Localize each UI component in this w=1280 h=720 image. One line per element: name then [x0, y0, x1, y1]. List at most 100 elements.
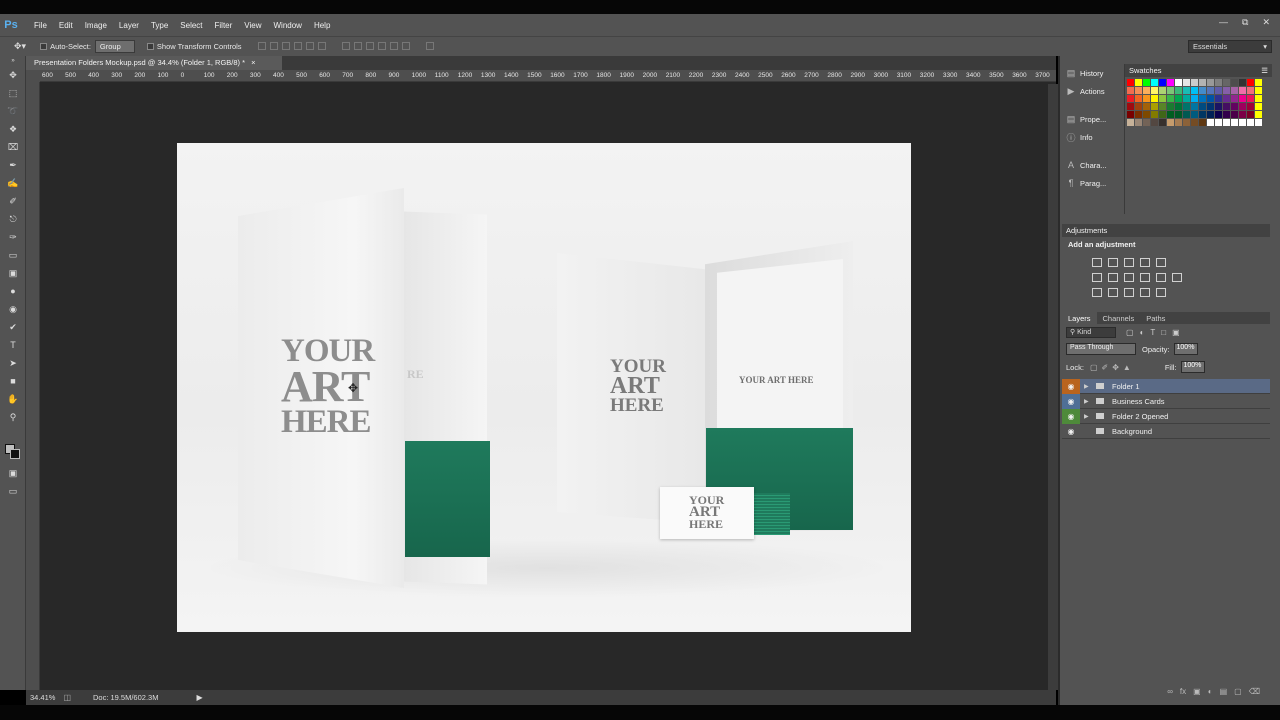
- swatch[interactable]: [1231, 95, 1238, 102]
- menu-help[interactable]: Help: [314, 21, 330, 30]
- lock-move-icon[interactable]: ✥: [1112, 363, 1119, 372]
- menu-file[interactable]: File: [34, 21, 47, 30]
- move-tool-icon[interactable]: ✥: [0, 66, 26, 84]
- swatch[interactable]: [1151, 111, 1158, 118]
- swatch[interactable]: [1207, 87, 1214, 94]
- swatch[interactable]: [1215, 87, 1222, 94]
- swatch[interactable]: [1143, 111, 1150, 118]
- swatch[interactable]: [1239, 119, 1246, 126]
- swatch[interactable]: [1191, 79, 1198, 86]
- swatch[interactable]: [1167, 87, 1174, 94]
- link-layers-icon[interactable]: ∞: [1167, 687, 1173, 699]
- swatch[interactable]: [1215, 103, 1222, 110]
- swatch[interactable]: [1127, 87, 1134, 94]
- move-tool-preset-icon[interactable]: ✥▾: [14, 41, 26, 52]
- swatch[interactable]: [1191, 111, 1198, 118]
- tab-channels[interactable]: Channels: [1097, 312, 1141, 324]
- swatch[interactable]: [1143, 103, 1150, 110]
- new-adjustment-icon[interactable]: ◐: [1208, 687, 1213, 699]
- swatch[interactable]: [1175, 111, 1182, 118]
- quick-mask-icon[interactable]: ▣: [0, 464, 26, 482]
- swatch[interactable]: [1191, 95, 1198, 102]
- eye-icon[interactable]: ◉: [1062, 424, 1080, 439]
- filter-type-icon[interactable]: T: [1150, 328, 1155, 337]
- swatch[interactable]: [1255, 119, 1262, 126]
- layer-row[interactable]: ◉ Background: [1062, 424, 1270, 439]
- fill-input[interactable]: 100%: [1180, 361, 1205, 373]
- levels-icon[interactable]: [1108, 258, 1118, 267]
- swatch[interactable]: [1175, 119, 1182, 126]
- swatch[interactable]: [1167, 119, 1174, 126]
- blur-tool-icon[interactable]: ●: [0, 282, 26, 300]
- swatch[interactable]: [1127, 111, 1134, 118]
- swatch[interactable]: [1183, 87, 1190, 94]
- swatch[interactable]: [1255, 103, 1262, 110]
- swatch[interactable]: [1143, 119, 1150, 126]
- document-tab[interactable]: Presentation Folders Mockup.psd @ 34.4% …: [26, 56, 282, 70]
- swatch[interactable]: [1167, 95, 1174, 102]
- tab-layers[interactable]: Layers: [1062, 312, 1097, 324]
- filter-shape-icon[interactable]: □: [1161, 328, 1166, 337]
- swatch[interactable]: [1199, 111, 1206, 118]
- swatch[interactable]: [1223, 119, 1230, 126]
- adjustments-title[interactable]: Adjustments: [1066, 226, 1107, 235]
- expand-arrow-icon[interactable]: ▶: [1084, 383, 1094, 390]
- canvas[interactable]: RE YOUR ART HERE ✥ YOUR ART HERE YOUR AR…: [177, 143, 911, 632]
- photo-filter-icon[interactable]: [1140, 273, 1150, 282]
- channel-mixer-icon[interactable]: [1156, 273, 1166, 282]
- swatch[interactable]: [1223, 87, 1230, 94]
- swatch[interactable]: [1247, 95, 1254, 102]
- posterize-icon[interactable]: [1108, 288, 1118, 297]
- minimize-icon[interactable]: —: [1219, 17, 1228, 28]
- swatch[interactable]: [1151, 119, 1158, 126]
- lock-all-icon[interactable]: ▲: [1123, 363, 1131, 372]
- marquee-tool-icon[interactable]: ⬚: [0, 84, 26, 102]
- swatch[interactable]: [1247, 119, 1254, 126]
- swatch[interactable]: [1135, 111, 1142, 118]
- vertical-scrollbar[interactable]: [1048, 84, 1058, 690]
- swatch[interactable]: [1247, 79, 1254, 86]
- swatch[interactable]: [1183, 119, 1190, 126]
- lock-pixels-icon[interactable]: ▢: [1090, 363, 1098, 372]
- auto-select-dropdown[interactable]: Group: [94, 40, 135, 53]
- menu-layer[interactable]: Layer: [119, 21, 139, 30]
- swatch[interactable]: [1167, 79, 1174, 86]
- horizontal-ruler[interactable]: 600 500 400 300 200 100 0 100 200 300 400 500 600 700…: [40, 70, 1056, 82]
- swatch[interactable]: [1223, 111, 1230, 118]
- swatch[interactable]: [1191, 87, 1198, 94]
- menu-window[interactable]: Window: [274, 21, 302, 30]
- swatch[interactable]: [1183, 95, 1190, 102]
- swatch[interactable]: [1231, 119, 1238, 126]
- swatch[interactable]: [1215, 111, 1222, 118]
- vibrance-icon[interactable]: [1156, 258, 1166, 267]
- swatch[interactable]: [1175, 87, 1182, 94]
- swatch[interactable]: [1239, 87, 1246, 94]
- distribute-vcenter-icon[interactable]: [354, 41, 363, 50]
- panel-menu-icon[interactable]: ☰: [1261, 66, 1268, 75]
- color-balance-icon[interactable]: [1108, 273, 1118, 282]
- swatch[interactable]: [1247, 87, 1254, 94]
- swatch[interactable]: [1191, 119, 1198, 126]
- swatch[interactable]: [1167, 111, 1174, 118]
- swatch[interactable]: [1151, 95, 1158, 102]
- swatch[interactable]: [1191, 103, 1198, 110]
- layer-style-icon[interactable]: fx: [1180, 687, 1186, 699]
- expand-arrow-icon[interactable]: ▶: [1084, 413, 1094, 420]
- eye-icon[interactable]: ◉: [1062, 378, 1080, 394]
- color-lookup-icon[interactable]: [1172, 273, 1182, 282]
- swatch[interactable]: [1247, 111, 1254, 118]
- menu-filter[interactable]: Filter: [215, 21, 233, 30]
- align-bottom-icon[interactable]: [281, 41, 290, 50]
- color-swatches[interactable]: [5, 444, 21, 460]
- shape-tool-icon[interactable]: ■: [0, 372, 26, 390]
- layer-row[interactable]: ◉ ▶ Business Cards: [1062, 393, 1270, 409]
- opacity-input[interactable]: 100%: [1173, 343, 1198, 355]
- distribute-bottom-icon[interactable]: [366, 41, 375, 50]
- black-white-icon[interactable]: [1124, 273, 1134, 282]
- swatch[interactable]: [1223, 103, 1230, 110]
- lock-paint-icon[interactable]: ✐: [1102, 363, 1109, 372]
- info-panel-button[interactable]: ⓘ Info: [1062, 128, 1122, 146]
- swatch[interactable]: [1127, 103, 1134, 110]
- align-hcenter-icon[interactable]: [305, 41, 314, 50]
- type-tool-icon[interactable]: T: [0, 336, 26, 354]
